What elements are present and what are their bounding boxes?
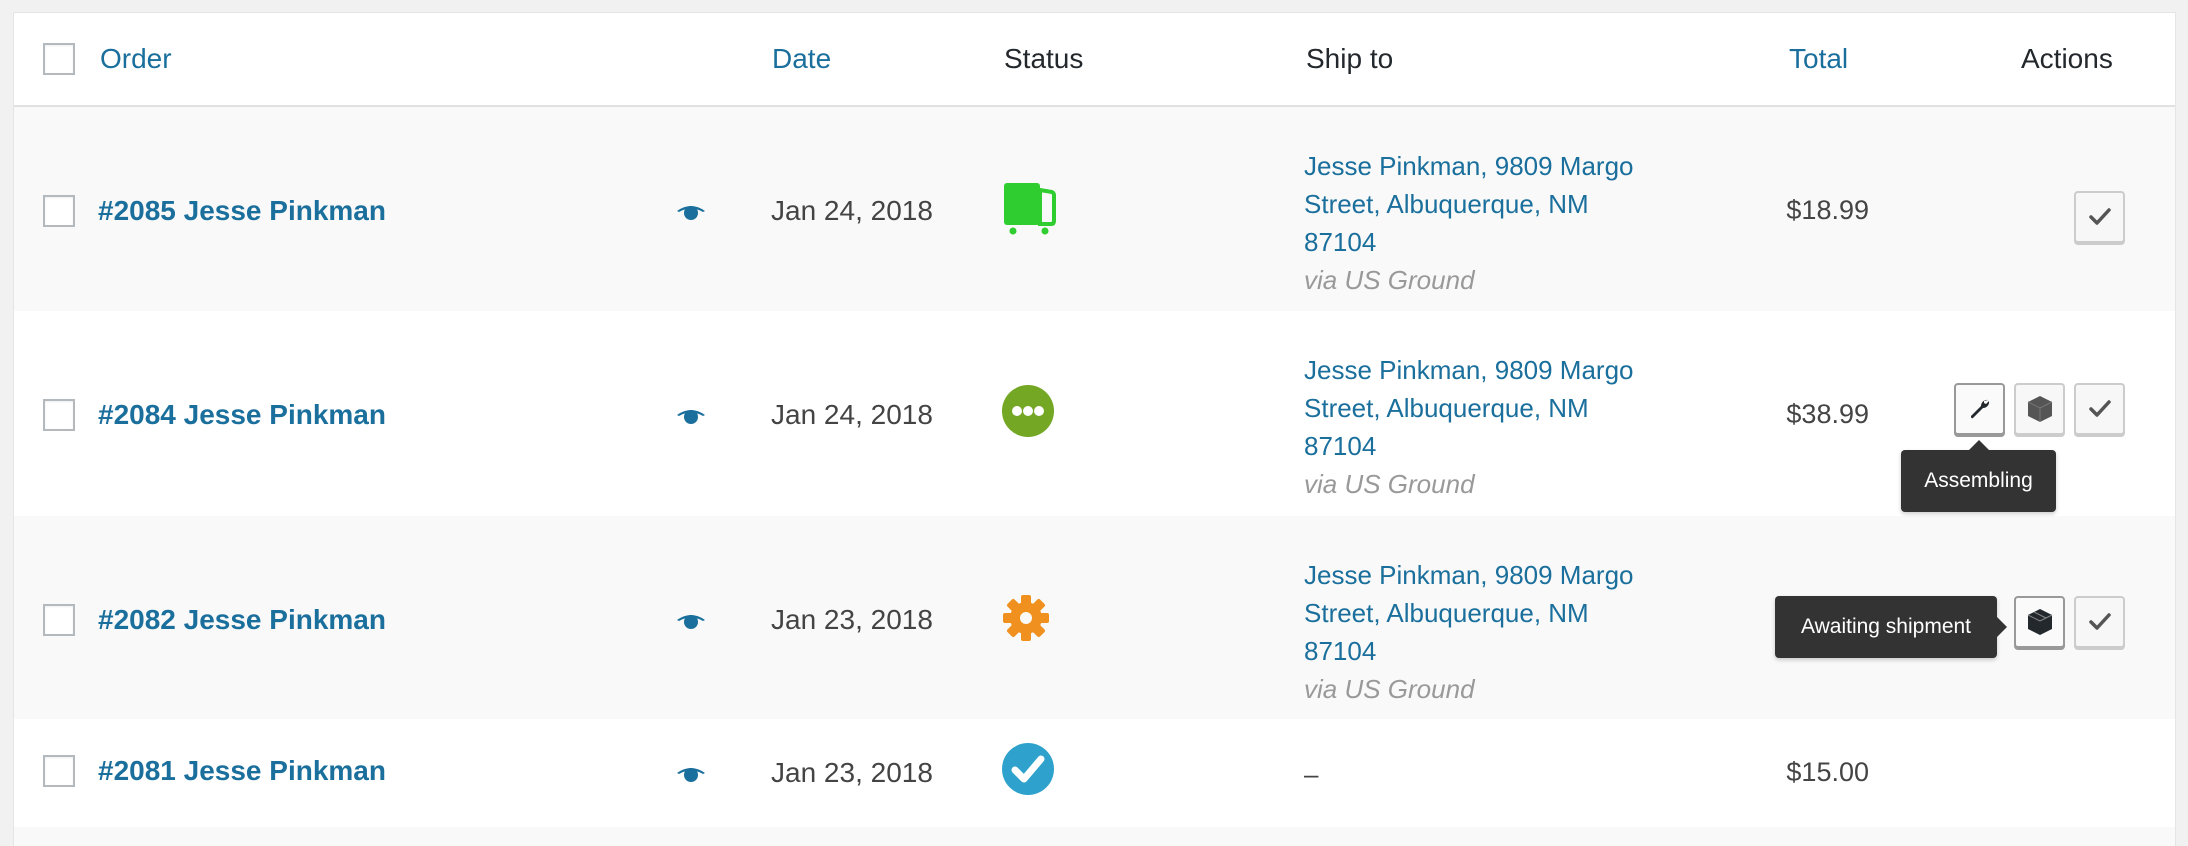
ship-to: –	[1304, 755, 1684, 793]
table-row: #2082 Jesse Pinkman Jan 23, 2018 Jesse P…	[14, 516, 2175, 719]
tooltip-arrow	[1968, 440, 1989, 450]
processing-dots-icon	[1002, 385, 1054, 437]
ship-to: Jesse Pinkman, 9809 Margo Street, Albuqu…	[1304, 147, 1684, 299]
row-checkbox[interactable]	[43, 399, 75, 431]
order-date: Jan 23, 2018	[771, 757, 933, 788]
tooltip-text: Awaiting shipment	[1800, 615, 1972, 638]
ship-address-line[interactable]: Jesse Pinkman, 9809 Margo	[1304, 147, 1684, 185]
preview-eye-icon[interactable]	[676, 765, 706, 783]
column-header-ship-to: Ship to	[1306, 43, 1394, 74]
truck-icon	[1004, 183, 1056, 235]
ship-address-line[interactable]: Street, Albuquerque, NM	[1304, 185, 1684, 223]
table-row: #2084 Jesse Pinkman Jan 24, 2018 Jesse P…	[14, 311, 2175, 516]
tooltip-arrow	[1997, 617, 2007, 637]
ship-address-line[interactable]: 87104	[1304, 427, 1684, 465]
ship-address-line[interactable]: 87104	[1304, 223, 1684, 261]
ship-address-line[interactable]: Street, Albuquerque, NM	[1304, 594, 1684, 632]
table-row: #2085 Jesse Pinkman Jan 24, 2018 Jesse P…	[14, 107, 2175, 311]
shipping-method: via US Ground	[1304, 674, 1475, 704]
order-link[interactable]: #2085 Jesse Pinkman	[98, 195, 386, 227]
preview-eye-icon[interactable]	[676, 612, 706, 630]
column-header-order[interactable]: Order	[100, 43, 172, 75]
table-row: #2081 Jesse Pinkman Jan 23, 2018 – $15.0…	[14, 719, 2175, 827]
row-checkbox[interactable]	[43, 195, 75, 227]
column-header-status: Status	[1004, 43, 1084, 74]
order-total: $15.00	[1786, 757, 1869, 787]
order-link[interactable]: #2081 Jesse Pinkman	[98, 755, 386, 787]
shipping-method: via US Ground	[1304, 265, 1475, 295]
checkmark-icon	[2088, 613, 2111, 630]
complete-button[interactable]	[2074, 191, 2125, 243]
order-date: Jan 24, 2018	[771, 195, 933, 226]
tooltip-awaiting-shipment: Awaiting shipment	[1775, 596, 2007, 658]
checkmark-circle-icon	[1002, 743, 1054, 795]
column-header-total[interactable]: Total	[1789, 43, 1848, 75]
ship-to: Jesse Pinkman, 9809 Margo Street, Albuqu…	[1304, 556, 1684, 708]
checkmark-icon	[2088, 400, 2111, 417]
next-row-edge	[14, 827, 2175, 846]
complete-button[interactable]	[2074, 383, 2125, 435]
complete-button[interactable]	[2074, 596, 2125, 648]
order-date: Jan 24, 2018	[771, 399, 933, 430]
ship-address-line[interactable]: Jesse Pinkman, 9809 Margo	[1304, 351, 1684, 389]
ship-address-line[interactable]: Street, Albuquerque, NM	[1304, 389, 1684, 427]
box-icon	[2027, 609, 2052, 635]
ship-to-empty: –	[1304, 759, 1319, 789]
checkmark-icon	[2088, 208, 2111, 225]
select-all-checkbox[interactable]	[43, 43, 75, 75]
awaiting-shipment-button[interactable]	[2014, 383, 2065, 435]
preview-eye-icon[interactable]	[676, 203, 706, 221]
order-date: Jan 23, 2018	[771, 604, 933, 635]
orders-table: Order Date Status Ship to Total Actions …	[13, 12, 2176, 846]
column-header-date[interactable]: Date	[772, 43, 831, 75]
ship-to: Jesse Pinkman, 9809 Margo Street, Albuqu…	[1304, 351, 1684, 503]
box-icon	[2027, 396, 2052, 422]
gear-icon	[1003, 595, 1049, 641]
order-total: $38.99	[1786, 399, 1869, 429]
shipping-method: via US Ground	[1304, 469, 1475, 499]
row-checkbox[interactable]	[43, 755, 75, 787]
order-link[interactable]: #2084 Jesse Pinkman	[98, 399, 386, 431]
preview-eye-icon[interactable]	[676, 407, 706, 425]
tooltip-text: Assembling	[1924, 469, 2033, 492]
assembling-button[interactable]	[1954, 383, 2005, 435]
row-checkbox[interactable]	[43, 604, 75, 636]
ship-address-line[interactable]: 87104	[1304, 632, 1684, 670]
column-header-actions: Actions	[2021, 43, 2113, 74]
order-total: $18.99	[1786, 195, 1869, 225]
wrench-icon	[1970, 399, 1989, 419]
order-link[interactable]: #2082 Jesse Pinkman	[98, 604, 386, 636]
ship-address-line[interactable]: Jesse Pinkman, 9809 Margo	[1304, 556, 1684, 594]
tooltip-assembling: Assembling	[1901, 440, 2056, 512]
table-header: Order Date Status Ship to Total Actions	[14, 13, 2175, 107]
awaiting-shipment-button[interactable]	[2014, 596, 2065, 648]
